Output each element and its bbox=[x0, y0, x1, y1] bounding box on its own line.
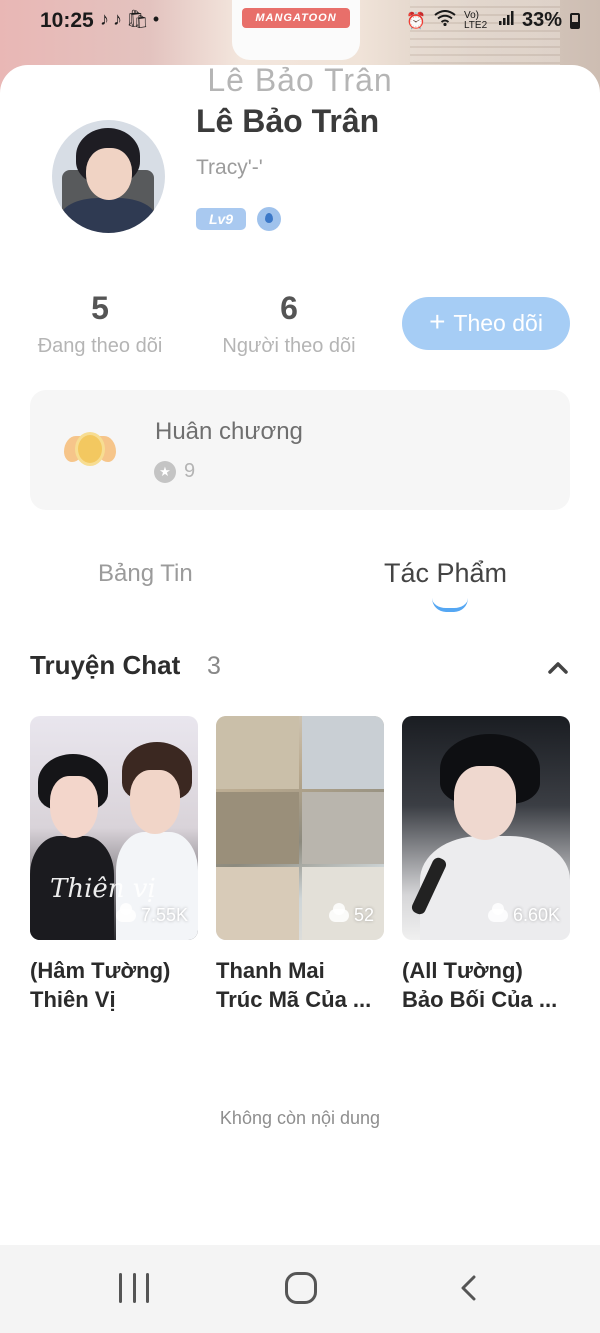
tab-feed[interactable]: Bảng Tin bbox=[98, 560, 193, 588]
follow-button-label: Theo dõi bbox=[453, 310, 543, 336]
home-button[interactable] bbox=[285, 1272, 317, 1304]
notification-icons: ♪♪🛍• bbox=[100, 9, 163, 30]
rank-icon[interactable] bbox=[257, 207, 281, 231]
status-right-icons: ⏰ Vo) LTE2 33% bbox=[406, 9, 580, 32]
view-count: 52 bbox=[328, 903, 374, 926]
avatar-shirt bbox=[60, 198, 156, 233]
alarm-icon: ⏰ bbox=[406, 12, 426, 30]
system-nav-bar bbox=[0, 1245, 600, 1333]
medals-count-row: ★ 9 bbox=[154, 460, 195, 483]
network-label: Vo) LTE2 bbox=[463, 9, 488, 31]
avatar[interactable] bbox=[52, 120, 165, 233]
medals-title: Huân chương bbox=[155, 418, 303, 445]
cover-figure bbox=[454, 766, 516, 840]
profile-name: Lê Bảo Trân bbox=[196, 103, 380, 139]
story-title-line2: Bảo Bối Của ... bbox=[402, 987, 558, 1012]
view-count-text: 7.55K bbox=[140, 905, 188, 925]
section-count: 3 bbox=[207, 652, 221, 680]
view-count: 6.60K bbox=[487, 903, 560, 926]
medal-icon bbox=[64, 430, 116, 474]
header-title: Lê Bảo Trân bbox=[207, 62, 393, 98]
recents-button[interactable] bbox=[119, 1273, 149, 1303]
story-title-line1: (All Tường) bbox=[402, 958, 523, 983]
section-title: Truyện Chat bbox=[30, 650, 181, 680]
end-of-content-text: Không còn nội dung bbox=[219, 1108, 381, 1128]
story-title-line1: (Hâm Tường) bbox=[30, 958, 171, 983]
followers-count: 6 bbox=[280, 290, 298, 326]
chevron-up-icon[interactable] bbox=[548, 658, 568, 678]
views-icon bbox=[115, 903, 136, 922]
battery-icon bbox=[570, 12, 580, 29]
view-count-text: 6.60K bbox=[512, 905, 560, 925]
story-title-line1: Thanh Mai bbox=[216, 958, 325, 983]
story-card[interactable]: 6.60K bbox=[402, 716, 570, 940]
medals-count: 9 bbox=[184, 460, 196, 482]
following-stat[interactable]: 5 Đang theo dõi bbox=[30, 290, 170, 358]
profile-handle: Tracy'-' bbox=[196, 156, 263, 179]
back-button[interactable] bbox=[458, 1275, 480, 1301]
story-card[interactable]: 52 bbox=[216, 716, 384, 940]
story-title-line2: Trúc Mã Của ... bbox=[216, 987, 372, 1012]
tiktok-icon: ♪ bbox=[100, 9, 113, 29]
plus-icon: + bbox=[429, 306, 446, 337]
views-icon bbox=[487, 903, 508, 922]
story-title[interactable]: (Hâm Tường) Thiên Vị bbox=[30, 956, 210, 1014]
followers-stat[interactable]: 6 Người theo dõi bbox=[214, 290, 364, 358]
dot-icon: • bbox=[152, 9, 164, 29]
followers-label: Người theo dõi bbox=[222, 335, 356, 357]
story-title-line2: Thiên Vị bbox=[30, 987, 116, 1012]
wifi-icon bbox=[434, 10, 456, 31]
medals-card[interactable]: Huân chương ★ 9 bbox=[30, 390, 570, 510]
cover-figure bbox=[50, 776, 98, 838]
cover-figure bbox=[130, 770, 180, 834]
story-card[interactable]: Thiên vị 7.55K bbox=[30, 716, 198, 940]
view-count-text: 52 bbox=[353, 905, 374, 925]
status-time: 10:25 bbox=[40, 9, 94, 32]
star-icon: ★ bbox=[154, 460, 176, 483]
story-title[interactable]: (All Tường) Bảo Bối Của ... bbox=[402, 956, 572, 1014]
view-count: 7.55K bbox=[115, 903, 188, 926]
tiktok-icon: ♪ bbox=[113, 9, 126, 29]
signal-icon bbox=[498, 10, 514, 31]
level-badge[interactable]: Lv9 bbox=[196, 208, 246, 230]
status-bar: 10:25 ♪♪🛍• ⏰ Vo) LTE2 33% bbox=[0, 0, 600, 44]
following-count: 5 bbox=[91, 290, 109, 326]
following-label: Đang theo dõi bbox=[37, 335, 163, 357]
story-title[interactable]: Thanh Mai Trúc Mã Của ... bbox=[216, 956, 386, 1014]
tab-works[interactable]: Tác Phẩm bbox=[384, 558, 507, 589]
cover-script-text: Thiên vị bbox=[50, 874, 156, 904]
shopee-icon: 🛍 bbox=[126, 9, 153, 29]
follow-button[interactable]: + Theo dõi bbox=[402, 297, 570, 350]
views-icon bbox=[328, 903, 349, 922]
battery-text: 33% bbox=[521, 9, 562, 31]
avatar-face bbox=[86, 148, 132, 200]
